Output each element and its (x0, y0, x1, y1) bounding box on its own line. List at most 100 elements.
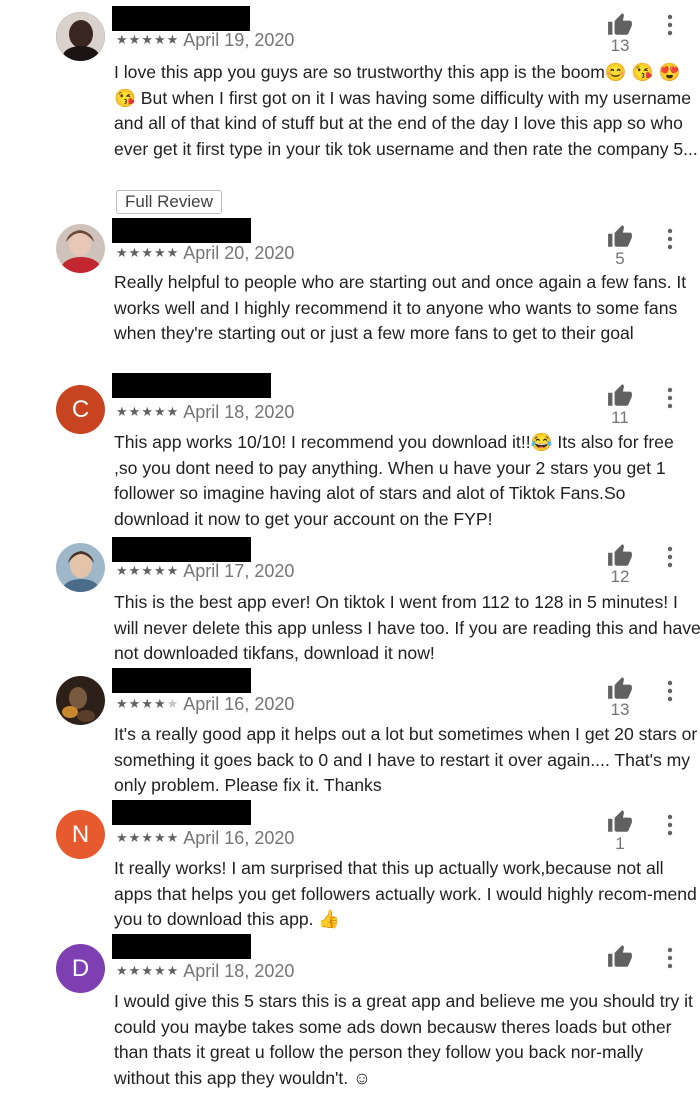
star-icon: ★ (116, 696, 129, 711)
avatar-letter: N (71, 821, 90, 848)
star-icon: ★ (166, 696, 180, 711)
thumbs-up-icon[interactable] (606, 543, 634, 569)
rating-line: ★★★★★ April 20, 2020 (116, 243, 294, 265)
avatar[interactable] (56, 543, 105, 592)
more-vertical-icon[interactable] (664, 680, 676, 702)
star-rating: ★★★★★ (116, 830, 179, 845)
avatar[interactable] (56, 12, 105, 61)
helpful-count: 11 (611, 408, 629, 427)
avatar[interactable]: N (56, 810, 105, 859)
star-icon: ★ (153, 696, 167, 711)
helpful-count: 13 (610, 36, 630, 55)
reviewer-name-redacted (112, 800, 251, 825)
star-icon: ★ (128, 830, 142, 845)
star-icon: ★ (128, 32, 142, 47)
star-icon: ★ (153, 245, 167, 260)
star-icon: ★ (141, 404, 154, 419)
avatar-letter: D (71, 955, 90, 982)
star-icon: ★ (116, 32, 129, 47)
star-rating: ★★★★★ (116, 245, 179, 260)
rating-line: ★★★★★ April 19, 2020 (116, 30, 294, 52)
reviewer-name-redacted (112, 934, 251, 959)
star-icon: ★ (141, 963, 154, 978)
more-vertical-icon[interactable] (664, 814, 676, 836)
thumbs-up-icon[interactable] (606, 224, 634, 250)
more-vertical-icon[interactable] (664, 228, 676, 250)
reviewer-name-redacted (112, 6, 250, 31)
thumbs-up-icon[interactable] (606, 944, 634, 970)
rating-line: ★★★★★ April 18, 2020 (116, 402, 294, 424)
avatar[interactable] (56, 224, 105, 273)
star-rating: ★★★★★ (116, 404, 179, 419)
more-vertical-icon[interactable] (664, 546, 676, 568)
review-text: It's a really good app it helps out a lo… (114, 724, 698, 795)
avatar[interactable] (56, 676, 105, 725)
more-vertical-icon[interactable] (664, 387, 676, 409)
review-date: April 16, 2020 (183, 828, 295, 848)
avatar[interactable]: D (56, 944, 105, 993)
review-date: April 17, 2020 (183, 561, 295, 581)
reviewer-name-redacted (112, 668, 251, 693)
rating-line: ★★★★★ April 16, 2020 (116, 828, 294, 850)
review-text: I would give this 5 stars this is a grea… (114, 991, 693, 1088)
star-icon: ★ (141, 830, 154, 845)
rating-line: ★★★★★ April 17, 2020 (116, 561, 294, 583)
thumbs-up-icon[interactable] (606, 809, 634, 835)
helpful-count: 13 (610, 700, 630, 719)
star-icon: ★ (128, 404, 142, 419)
review-text: I love this app you guys are so trustwor… (114, 62, 698, 159)
star-icon: ★ (116, 404, 129, 419)
star-rating: ★★★★★ (116, 963, 179, 978)
more-vertical-icon[interactable] (664, 14, 676, 36)
helpful-count: 1 (615, 834, 625, 853)
star-icon: ★ (141, 563, 154, 578)
star-icon: ★ (153, 963, 167, 978)
star-icon: ★ (141, 245, 154, 260)
helpful-count: 12 (610, 567, 630, 586)
star-icon: ★ (116, 830, 129, 845)
full-review-button[interactable]: Full Review (116, 190, 222, 214)
review-text: It really works! I am surprised that thi… (114, 858, 697, 929)
star-icon: ★ (166, 963, 180, 978)
star-icon: ★ (116, 563, 129, 578)
star-rating: ★★★★★ (116, 32, 179, 47)
review-date: April 16, 2020 (183, 694, 295, 714)
more-vertical-icon[interactable] (664, 947, 676, 969)
rating-line: ★★★★★ April 16, 2020 (116, 694, 294, 716)
review-date: April 18, 2020 (183, 402, 295, 422)
star-icon: ★ (153, 32, 167, 47)
reviewer-name-redacted (112, 218, 251, 243)
review-text: This is the best app ever! On tiktok I w… (114, 592, 700, 663)
star-icon: ★ (153, 563, 167, 578)
star-icon: ★ (128, 245, 142, 260)
star-icon: ★ (166, 563, 180, 578)
star-icon: ★ (116, 245, 129, 260)
star-icon: ★ (153, 830, 167, 845)
star-icon: ★ (141, 32, 154, 47)
avatar-letter: C (71, 396, 90, 423)
star-icon: ★ (166, 830, 180, 845)
thumbs-up-icon[interactable] (606, 383, 634, 409)
avatar[interactable]: C (56, 385, 105, 434)
star-icon: ★ (166, 404, 180, 419)
review-text: Really helpful to people who are startin… (114, 272, 687, 343)
star-icon: ★ (128, 563, 142, 578)
star-icon: ★ (166, 245, 180, 260)
star-icon: ★ (153, 404, 167, 419)
star-icon: ★ (166, 32, 180, 47)
star-icon: ★ (116, 963, 129, 978)
review-date: April 18, 2020 (183, 961, 295, 981)
rating-line: ★★★★★ April 18, 2020 (116, 961, 294, 983)
thumbs-up-icon[interactable] (606, 12, 634, 38)
star-icon: ★ (141, 696, 154, 711)
star-icon: ★ (128, 696, 142, 711)
star-rating: ★★★★★ (116, 696, 179, 711)
review-date: April 20, 2020 (183, 243, 295, 263)
review-text: This app works 10/10! I recommend you do… (114, 432, 674, 529)
star-rating: ★★★★★ (116, 563, 179, 578)
reviewer-name-redacted (112, 373, 271, 398)
helpful-count: 5 (615, 249, 625, 268)
star-icon: ★ (128, 963, 142, 978)
review-date: April 19, 2020 (183, 30, 295, 50)
thumbs-up-icon[interactable] (606, 676, 634, 702)
